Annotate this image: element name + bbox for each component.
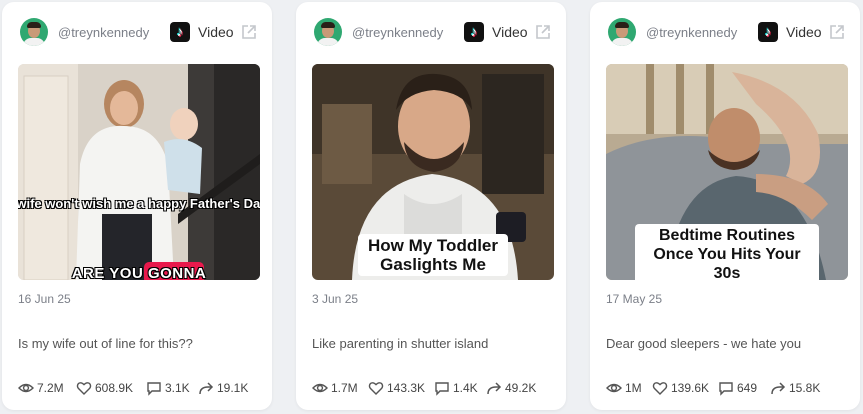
views-count: 1M: [625, 381, 642, 395]
post-card[interactable]: @treynkennedy ♪ Video Bedtime Routines O…: [590, 2, 860, 410]
video-thumbnail[interactable]: Bedtime Routines Once You Hits Your 30s: [606, 64, 848, 280]
eye-icon: [312, 383, 328, 393]
share-icon: [199, 382, 214, 395]
thumbnail-image: [18, 64, 260, 280]
creator-handle-link[interactable]: @treynkennedy: [58, 25, 149, 40]
shares-count: 49.2K: [505, 381, 537, 395]
platform-label: Video: [198, 24, 234, 40]
heart-icon: [652, 382, 668, 395]
external-link-icon[interactable]: [534, 23, 552, 41]
tiktok-icon: ♪: [758, 22, 778, 42]
views-count: 1.7M: [331, 381, 358, 395]
thumbnail-overlay-text: ARE YOU GONNA: [71, 265, 207, 281]
creator-handle-link[interactable]: @treynkennedy: [352, 25, 443, 40]
post-date: 16 Jun 25: [18, 292, 71, 306]
eye-icon: [606, 383, 622, 393]
tiktok-icon: ♪: [464, 22, 484, 42]
avatar[interactable]: [608, 18, 636, 46]
views-count: 7.2M: [37, 381, 64, 395]
external-link-icon[interactable]: [240, 23, 258, 41]
thumbnail-caption: How My Toddler Gaslights Me: [358, 234, 508, 276]
comment-icon: [719, 382, 733, 396]
shares-count: 15.8K: [789, 381, 821, 395]
likes-count: 608.9K: [95, 381, 134, 395]
eye-icon: [18, 383, 34, 393]
card-header: @treynkennedy ♪ Video: [606, 18, 844, 50]
platform-label: Video: [786, 24, 822, 40]
card-header: @treynkennedy ♪ Video: [18, 18, 256, 50]
share-icon: [771, 382, 786, 395]
avatar[interactable]: [314, 18, 342, 46]
comments-count: 1.4K: [453, 381, 478, 395]
avatar[interactable]: [20, 18, 48, 46]
creator-handle-link[interactable]: @treynkennedy: [646, 25, 737, 40]
platform-label: Video: [492, 24, 528, 40]
video-thumbnail[interactable]: My wife won't wish me a happy Father's D…: [18, 64, 260, 280]
tiktok-icon: ♪: [170, 22, 190, 42]
post-card[interactable]: @treynkennedy ♪ Video My wife won't wish…: [2, 2, 272, 410]
card-header: @treynkennedy ♪ Video: [312, 18, 550, 50]
likes-count: 139.6K: [671, 381, 710, 395]
thumbnail-caption: Bedtime Routines Once You Hits Your 30s: [635, 224, 819, 280]
post-date: 17 May 25: [606, 292, 663, 306]
comment-icon: [435, 382, 449, 396]
comments-count: 3.1K: [165, 381, 190, 395]
share-icon: [487, 382, 502, 395]
post-description: Like parenting in shutter island: [312, 336, 489, 351]
post-date: 3 Jun 25: [312, 292, 359, 306]
shares-count: 19.1K: [217, 381, 249, 395]
thumbnail-caption: My wife won't wish me a happy Father's D…: [18, 196, 260, 211]
comment-icon: [147, 382, 161, 396]
external-link-icon[interactable]: [828, 23, 846, 41]
heart-icon: [76, 382, 92, 395]
post-description: Is my wife out of line for this??: [18, 336, 193, 351]
post-card[interactable]: @treynkennedy ♪ Video How My Toddler Gas…: [296, 2, 566, 410]
post-description: Dear good sleepers - we hate you: [606, 336, 802, 351]
comments-count: 649: [737, 381, 758, 395]
likes-count: 143.3K: [387, 381, 426, 395]
video-thumbnail[interactable]: How My Toddler Gaslights Me: [312, 64, 554, 280]
heart-icon: [368, 382, 384, 395]
